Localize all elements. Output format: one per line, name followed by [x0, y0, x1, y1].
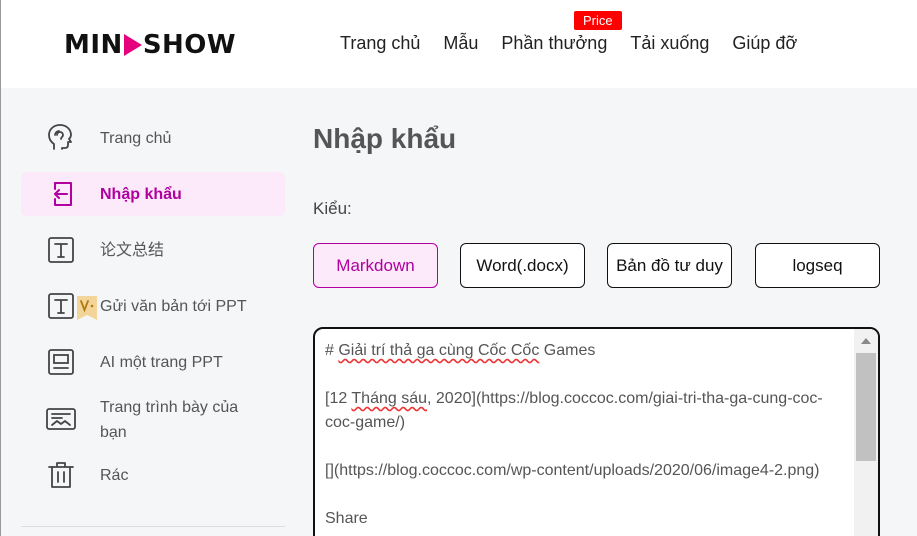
- sidebar-item-ai-one-page[interactable]: AI một trang PPT: [21, 340, 285, 384]
- sidebar-item-label: Trang chủ: [100, 129, 172, 147]
- top-header: MIN SHOW Trang chủ Mẫu Phần thưởng Tải xu…: [0, 0, 917, 88]
- nav-rewards[interactable]: Phần thưởng: [501, 33, 607, 54]
- sidebar-item-label: Trang trình bày của bạn: [100, 399, 239, 441]
- sidebar-item-trash[interactable]: Rác: [21, 453, 285, 497]
- type-label: Kiểu:: [313, 199, 352, 218]
- presentation-icon: [46, 408, 76, 430]
- trash-icon: [48, 462, 74, 488]
- editor-line: [](https://blog.coccoc.com/wp-content/up…: [325, 462, 820, 479]
- logo-text-left: MIN: [64, 30, 123, 60]
- logo-play-icon: [123, 34, 142, 56]
- sidebar-item-label: AI một trang PPT: [100, 353, 223, 371]
- sidebar-item-label: Nhập khẩu: [100, 185, 182, 203]
- price-badge: Price: [574, 11, 622, 30]
- nav-help[interactable]: Giúp đỡ: [732, 33, 797, 54]
- slide-icon: [48, 349, 74, 375]
- sidebar-item-label: Gửi văn bản tới PPT: [100, 297, 247, 315]
- sidebar-item-paper-summary[interactable]: 论文总结: [21, 228, 285, 272]
- scrollbar-thumb[interactable]: [856, 353, 876, 461]
- import-icon: [54, 182, 72, 206]
- sidebar-item-import[interactable]: Nhập khẩu: [21, 172, 285, 216]
- nav-download[interactable]: Tải xuống: [630, 33, 709, 54]
- type-markdown-button[interactable]: Markdown: [313, 243, 438, 288]
- brain-icon: [48, 124, 72, 150]
- sidebar: Trang chủ Nhập khẩu 论文总结 Gửi văn bản tới…: [0, 88, 300, 536]
- type-logseq-button[interactable]: logseq: [755, 243, 880, 288]
- sidebar-item-label: 论文总结: [100, 241, 165, 259]
- nav-home[interactable]: Trang chủ: [340, 33, 420, 54]
- text-t-icon: [48, 237, 74, 263]
- editor-line: Share: [325, 510, 368, 527]
- type-mindmap-button[interactable]: Bản đồ tư duy: [607, 243, 732, 288]
- sidebar-item-your-presentations[interactable]: Trang trình bày của bạn: [21, 395, 285, 445]
- editor-line: # Giải trí thả ga cùng Cốc Cốc Games: [325, 342, 596, 359]
- main-content: Nhập khẩu Kiểu: Markdown Word(.docx) Bản…: [300, 88, 917, 536]
- page-title: Nhập khẩu: [313, 123, 457, 154]
- editor-text: # Giải trí thả ga cùng Cốc Cốc Games [12…: [325, 339, 825, 536]
- logo-text-right: SHOW: [142, 30, 237, 60]
- sidebar-item-label: Rác: [100, 466, 129, 484]
- markdown-editor[interactable]: # Giải trí thả ga cùng Cốc Cốc Games [12…: [313, 327, 880, 536]
- sidebar-divider: [21, 526, 285, 527]
- sidebar-item-text-to-ppt[interactable]: Gửi văn bản tới PPT: [21, 284, 285, 328]
- editor-line: [12 Tháng sáu, 2020](https://blog.coccoc…: [325, 390, 823, 431]
- scroll-up-arrow-icon[interactable]: [861, 338, 871, 344]
- mindshow-logo[interactable]: MIN SHOW: [64, 30, 236, 60]
- editor-scrollbar[interactable]: [854, 329, 878, 536]
- sidebar-item-home[interactable]: Trang chủ: [21, 116, 285, 160]
- text-vip-icon: [48, 293, 97, 320]
- main-nav: Trang chủ Mẫu Phần thưởng Tải xuống Giúp…: [340, 33, 820, 54]
- type-word-button[interactable]: Word(.docx): [460, 243, 585, 288]
- nav-templates[interactable]: Mẫu: [443, 33, 478, 54]
